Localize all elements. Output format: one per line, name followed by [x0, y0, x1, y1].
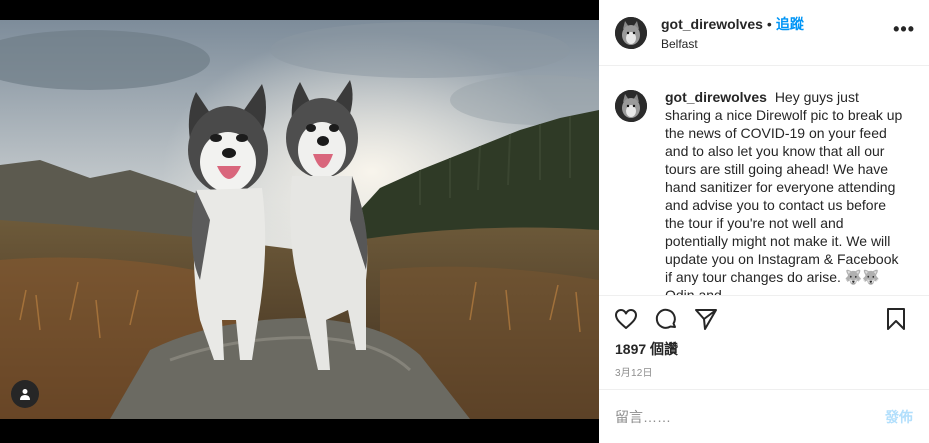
paper-plane-icon	[695, 309, 717, 330]
comment-icon	[655, 308, 676, 329]
comment-button[interactable]	[651, 304, 681, 334]
post-sidebar: got_direwolves • 追蹤 Belfast ••• got_dire…	[599, 0, 929, 443]
avatar[interactable]	[615, 16, 647, 49]
action-bar	[599, 296, 929, 342]
follow-button[interactable]: 追蹤	[776, 14, 804, 34]
post-photo[interactable]	[0, 20, 599, 419]
save-button[interactable]	[881, 304, 911, 334]
post-date[interactable]: 3月12日	[599, 364, 929, 379]
post-header: got_direwolves • 追蹤 Belfast •••	[599, 0, 929, 66]
more-horizontal-icon[interactable]: •••	[893, 20, 915, 38]
caption-text-block: got_direwolves Hey guys just sharing a n…	[665, 88, 905, 295]
bookmark-icon	[887, 308, 905, 330]
wolf-avatar-icon	[615, 16, 647, 49]
location-link[interactable]: Belfast	[661, 37, 804, 51]
header-username[interactable]: got_direwolves	[661, 16, 763, 32]
comment-form: 發佈	[599, 389, 929, 443]
dogs-photo	[0, 20, 599, 419]
comment-input[interactable]	[615, 408, 885, 425]
post-media	[0, 0, 599, 443]
caption-username[interactable]: got_direwolves	[665, 89, 767, 105]
caption-avatar[interactable]	[615, 90, 647, 122]
user-icon	[20, 389, 30, 400]
like-button[interactable]	[611, 304, 641, 334]
caption-area: got_direwolves Hey guys just sharing a n…	[599, 66, 929, 296]
separator-dot: •	[766, 16, 772, 32]
tagged-user-button[interactable]	[11, 380, 39, 408]
share-button[interactable]	[691, 304, 721, 334]
wolf-avatar-icon	[615, 90, 647, 122]
post-comment-button[interactable]: 發佈	[885, 407, 913, 427]
heart-icon	[615, 309, 637, 329]
caption-text: Hey guys just sharing a nice Direwolf pi…	[665, 89, 903, 296]
